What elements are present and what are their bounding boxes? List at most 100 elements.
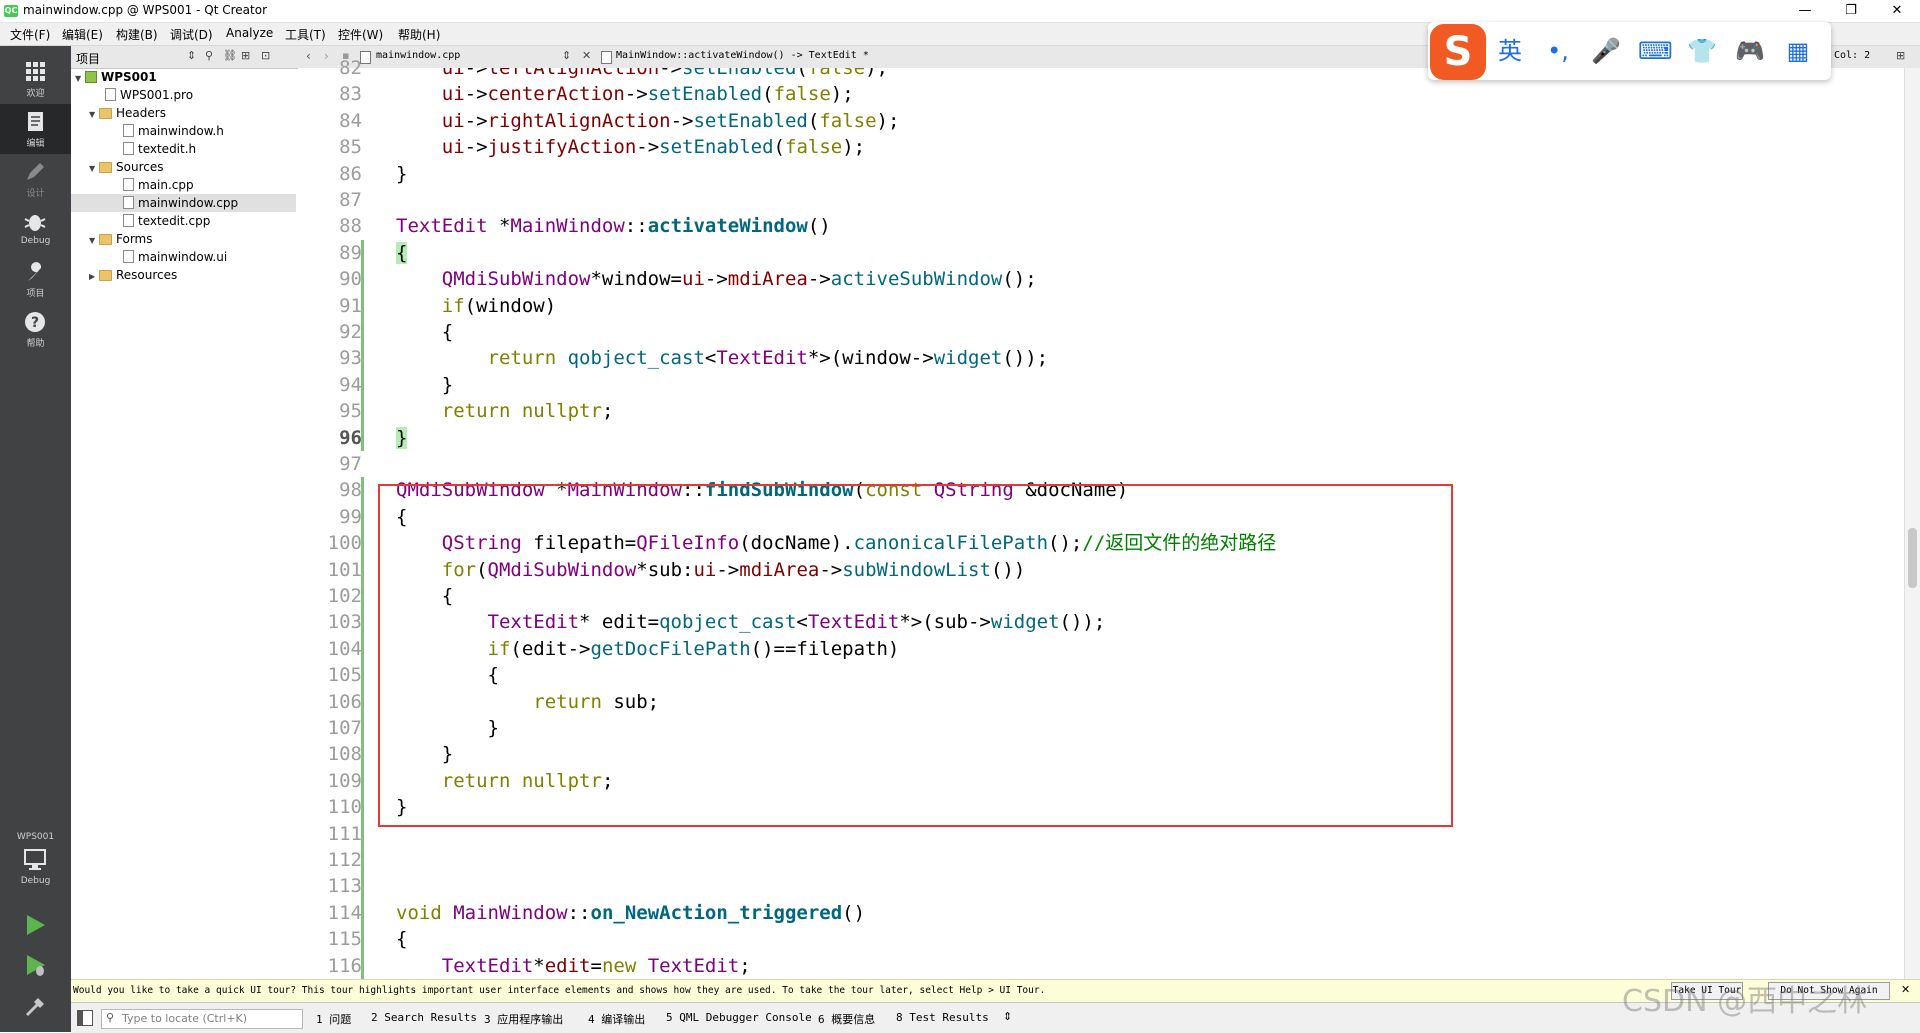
code-line[interactable]: ui->leftAlignAction->setEnabled(false); xyxy=(396,68,888,81)
code-line[interactable]: return qobject_cast<TextEdit*>(window->w… xyxy=(396,345,1049,371)
tree-node-textedit-h[interactable]: textedit.h xyxy=(123,140,196,158)
minimize-button[interactable]: — xyxy=(1782,0,1828,22)
line-number: 87 xyxy=(339,189,362,211)
tree-node-forms[interactable]: ▼ Forms xyxy=(89,230,152,248)
mode-debug[interactable]: Debug xyxy=(0,204,71,254)
mode-welcome[interactable]: 欢迎 xyxy=(0,54,71,104)
menu-edit[interactable]: 编辑(E) xyxy=(62,26,103,43)
line-number: 105 xyxy=(327,664,362,687)
toggle-sidebar-icon[interactable] xyxy=(77,1010,93,1026)
tree-node-headers[interactable]: ▼ Headers xyxy=(89,104,166,122)
code-line[interactable]: TextEdit*edit=new TextEdit; xyxy=(396,953,751,979)
ime-game-icon[interactable]: 🎮 xyxy=(1734,36,1766,66)
expand-arrow-icon[interactable]: ▼ xyxy=(89,160,99,178)
ime-voice-icon[interactable]: 🎤 xyxy=(1590,36,1622,66)
tree-node-resources[interactable]: ▶ Resources xyxy=(89,266,177,284)
code-line[interactable]: { xyxy=(396,319,453,345)
code-token: ); xyxy=(842,136,866,159)
maximize-button[interactable]: ❐ xyxy=(1828,0,1874,22)
output-pane-test-results[interactable]: 8 Test Results xyxy=(896,1011,989,1024)
more-panes-icon[interactable]: ⇕ xyxy=(1003,1010,1012,1023)
mode-edit[interactable]: 编辑 xyxy=(0,104,71,154)
tree-node-wps001[interactable]: ▼ WPS001 xyxy=(75,68,157,86)
pane-selector-arrows-icon[interactable]: ⇕ xyxy=(187,49,196,62)
code-line[interactable]: TextEdit *MainWindow::activateWindow() xyxy=(396,213,831,239)
ime-toolbox-icon[interactable]: ▦ xyxy=(1782,36,1814,66)
sogou-logo-icon[interactable]: S xyxy=(1430,24,1486,80)
output-pane-application-output[interactable]: 3 应用程序输出 xyxy=(484,1011,563,1027)
output-pane-search-results[interactable]: 2 Search Results xyxy=(371,1011,477,1024)
code-token: -> xyxy=(464,68,488,79)
output-pane-compile-output[interactable]: 4 编译输出 xyxy=(588,1011,645,1027)
collapse-arrow-icon[interactable]: ▶ xyxy=(89,268,99,286)
menu-help[interactable]: 帮助(H) xyxy=(398,26,440,43)
code-token: ( xyxy=(762,83,774,106)
menu-controls[interactable]: 控件(W) xyxy=(338,26,383,43)
expand-arrow-icon[interactable]: ▼ xyxy=(89,106,99,124)
code-line[interactable]: } xyxy=(396,372,453,398)
code-token: :: xyxy=(624,215,648,238)
expand-arrow-icon[interactable]: ▼ xyxy=(89,232,99,250)
menu-tools[interactable]: 工具(T) xyxy=(285,26,326,43)
filter-icon[interactable]: ⚲ xyxy=(205,49,213,62)
code-line[interactable]: if(window) xyxy=(396,293,556,319)
code-line[interactable]: } xyxy=(396,425,408,451)
menu-build[interactable]: 构建(B) xyxy=(116,26,158,43)
locator-input[interactable]: ⚲ Type to locate (Ctrl+K) xyxy=(101,1009,303,1029)
close-document-icon[interactable]: ✕ xyxy=(582,49,591,62)
ime-skin-icon[interactable]: 👕 xyxy=(1686,36,1718,66)
output-pane-issues[interactable]: 1 问题 xyxy=(316,1011,351,1027)
close-button[interactable]: ✕ xyxy=(1874,0,1920,22)
menu-analyze[interactable]: Analyze xyxy=(226,26,273,40)
code-line[interactable]: { xyxy=(396,926,407,952)
link-icon[interactable]: ⛓ xyxy=(223,49,237,62)
run-button[interactable] xyxy=(22,912,48,938)
scrollbar-thumb[interactable] xyxy=(1908,528,1917,588)
code-line[interactable]: return nullptr; xyxy=(396,398,614,424)
pro-file-icon xyxy=(105,88,116,101)
code-line[interactable]: { xyxy=(396,240,408,266)
tree-node-pro-file[interactable]: WPS001.pro xyxy=(105,86,193,104)
output-pane-qml-debugger[interactable]: 5 QML Debugger Console xyxy=(666,1011,812,1024)
code-line[interactable]: ui->justifyAction->setEnabled(false); xyxy=(396,134,865,160)
code-line[interactable]: } xyxy=(396,161,407,187)
split-editor-icon[interactable]: ⊞ xyxy=(1896,49,1905,62)
line-number: 83 xyxy=(339,83,362,106)
mode-projects[interactable]: 项目 xyxy=(0,254,71,304)
tree-node-textedit-cpp[interactable]: textedit.cpp xyxy=(123,212,210,230)
mode-selector: 欢迎 编辑 设计 Debug 项目 ? 帮助 WPS001 Debug xyxy=(0,46,71,1032)
code-line[interactable]: ui->rightAlignAction->setEnabled(false); xyxy=(396,108,900,134)
tree-node-mainwindow-h[interactable]: mainwindow.h xyxy=(123,122,224,140)
ime-punctuation-icon[interactable]: •, xyxy=(1542,36,1574,66)
ime-language-toggle[interactable]: 英 xyxy=(1494,36,1526,66)
code-token: false xyxy=(819,109,877,132)
tree-node-mainwindow-ui[interactable]: mainwindow.ui xyxy=(123,248,227,266)
code-token: mdiArea xyxy=(727,268,808,291)
split-icon[interactable]: ⊞ xyxy=(241,49,250,62)
mode-design[interactable]: 设计 xyxy=(0,154,71,204)
close-pane-icon[interactable]: ⊡ xyxy=(261,49,270,62)
source-file-icon xyxy=(123,214,134,227)
editor-vertical-scrollbar[interactable] xyxy=(1904,68,1920,979)
expand-arrow-icon[interactable]: ▼ xyxy=(75,70,85,88)
symbol-selector[interactable]: MainWindow::activateWindow() -> TextEdit… xyxy=(616,50,869,61)
document-dropdown-icon[interactable]: ⇕ xyxy=(562,49,571,62)
menu-file[interactable]: 文件(F) xyxy=(10,26,50,43)
tree-node-sources[interactable]: ▼ Sources xyxy=(89,158,163,176)
mode-help[interactable]: ? 帮助 xyxy=(0,304,71,354)
kit-selector[interactable]: Debug xyxy=(0,846,71,894)
code-token: * xyxy=(487,215,511,238)
ime-keyboard-icon[interactable]: ⌨ xyxy=(1638,36,1673,66)
build-hammer-button[interactable] xyxy=(22,992,48,1018)
debug-run-button[interactable] xyxy=(22,952,48,978)
menu-debug[interactable]: 调试(D) xyxy=(170,26,213,43)
code-line[interactable]: QMdiSubWindow*window=ui->mdiArea->active… xyxy=(396,266,1037,292)
code-line[interactable]: void MainWindow::on_NewAction_triggered(… xyxy=(396,900,865,926)
code-line[interactable]: ui->centerAction->setEnabled(false); xyxy=(396,81,854,107)
tree-node-main-cpp[interactable]: main.cpp xyxy=(123,176,194,194)
tree-node-mainwindow-cpp[interactable]: mainwindow.cpp xyxy=(71,194,296,212)
close-infobar-icon[interactable]: ✕ xyxy=(1901,983,1910,996)
open-document-selector[interactable]: mainwindow.cpp xyxy=(376,50,460,61)
output-pane-general-messages[interactable]: 6 概要信息 xyxy=(818,1011,875,1027)
